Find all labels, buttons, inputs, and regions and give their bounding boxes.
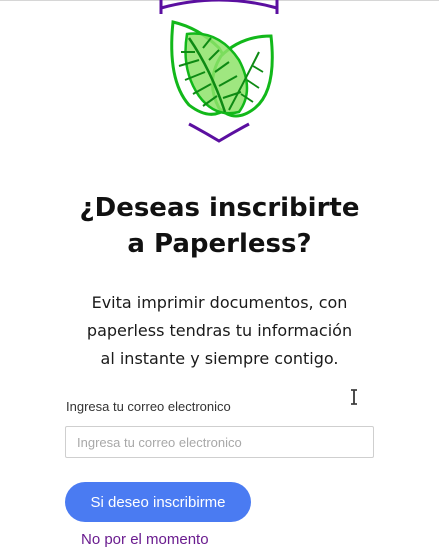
paperless-signup-page: ¿Deseas inscribirte a Paperless? Evita i…: [0, 0, 439, 559]
page-title-line-1: ¿Deseas inscribirte: [79, 193, 360, 223]
description-line-1: Evita imprimir documentos, con: [91, 293, 348, 312]
decline-link[interactable]: No por el momento: [81, 531, 209, 548]
page-title: ¿Deseas inscribirte a Paperless?: [0, 190, 439, 262]
email-field-label: Ingresa tu correo electronico: [66, 399, 231, 414]
text-cursor-icon: [351, 389, 357, 405]
leaf-shield-icon: [159, 0, 279, 143]
subscribe-button[interactable]: Si deseo inscribirme: [65, 482, 251, 522]
description-line-3: al instante y siempre contigo.: [100, 349, 339, 368]
page-description: Evita imprimir documentos, con paperless…: [0, 289, 439, 373]
description-line-2: paperless tendras tu información: [86, 321, 353, 340]
page-title-line-2: a Paperless?: [127, 229, 312, 259]
email-field[interactable]: [65, 426, 374, 458]
